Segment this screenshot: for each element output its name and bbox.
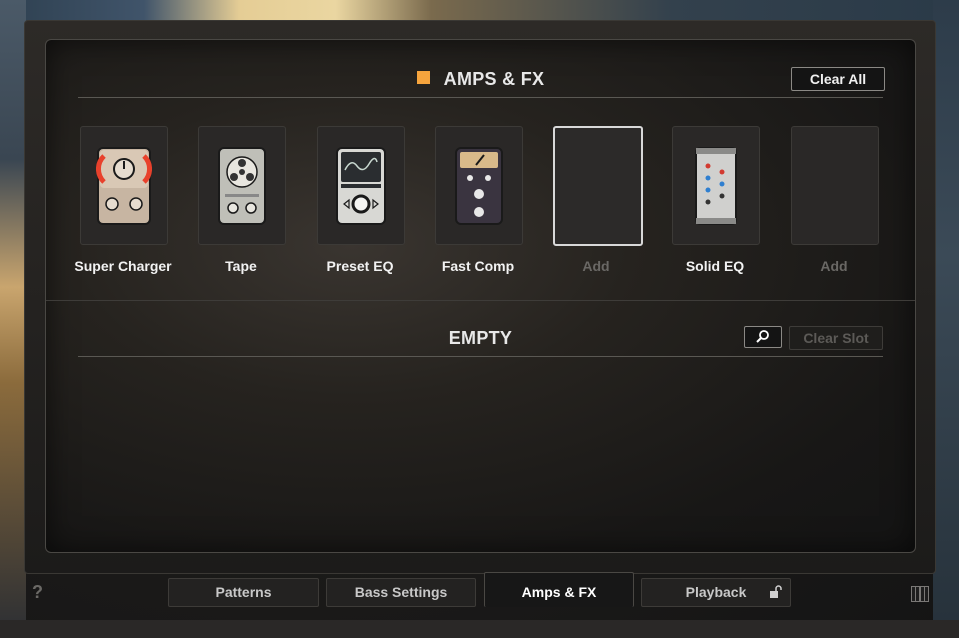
slot-label-fast-comp: Fast Comp: [441, 258, 515, 274]
search-button[interactable]: [744, 326, 782, 348]
slot-label-super-charger: Super Charger: [74, 258, 172, 274]
slot-label-solid-eq: Solid EQ: [685, 258, 745, 274]
solid-eq-pedal-icon: [695, 146, 737, 225]
slot-label-preset-eq: Preset EQ: [326, 258, 394, 274]
fx-slot-1[interactable]: [80, 126, 168, 245]
slot-label-add: Add: [582, 258, 610, 274]
preset-eq-pedal-icon: [336, 146, 386, 225]
slot-label-add-2: Add: [820, 258, 848, 274]
tab-playback-label: Playback: [685, 584, 747, 600]
fx-slot-3[interactable]: [317, 126, 405, 245]
tab-amps-fx[interactable]: Amps & FX: [484, 572, 634, 607]
fx-slot-4[interactable]: [435, 126, 523, 245]
fx-slot-7-add[interactable]: [791, 126, 879, 245]
bottom-strip: [0, 620, 959, 638]
tab-bar: ? Patterns Bass Settings Amps & FX Playb…: [0, 572, 959, 620]
background-top: [0, 0, 959, 22]
fx-slot-2[interactable]: [198, 126, 286, 245]
amps-fx-panel: AMPS & FX Clear All Super Charger Tape P…: [45, 39, 916, 553]
search-icon: [756, 330, 769, 343]
tab-bass-settings[interactable]: Bass Settings: [326, 578, 476, 607]
amps-fx-header: AMPS & FX Clear All: [78, 67, 885, 98]
section-color-indicator: [416, 71, 430, 84]
section-divider: [46, 300, 915, 301]
clear-slot-button[interactable]: Clear Slot: [789, 326, 883, 350]
fx-slot-6[interactable]: [672, 126, 760, 245]
tape-pedal-icon: [218, 146, 266, 225]
keyboard-icon[interactable]: [911, 586, 929, 602]
slot-header: EMPTY Clear Slot: [78, 326, 883, 357]
unlock-icon: [770, 585, 782, 598]
clear-all-button[interactable]: Clear All: [791, 67, 885, 91]
amps-fx-title: AMPS & FX: [78, 69, 883, 90]
help-icon[interactable]: ?: [32, 582, 43, 603]
background-left: [0, 0, 26, 638]
super-charger-pedal-icon: [96, 146, 152, 225]
slot-label-tape: Tape: [225, 258, 257, 274]
background-right: [933, 0, 959, 638]
fast-comp-pedal-icon: [455, 146, 503, 225]
tab-playback[interactable]: Playback: [641, 578, 791, 607]
fx-slot-5-add[interactable]: [553, 126, 643, 246]
tab-patterns[interactable]: Patterns: [168, 578, 319, 607]
